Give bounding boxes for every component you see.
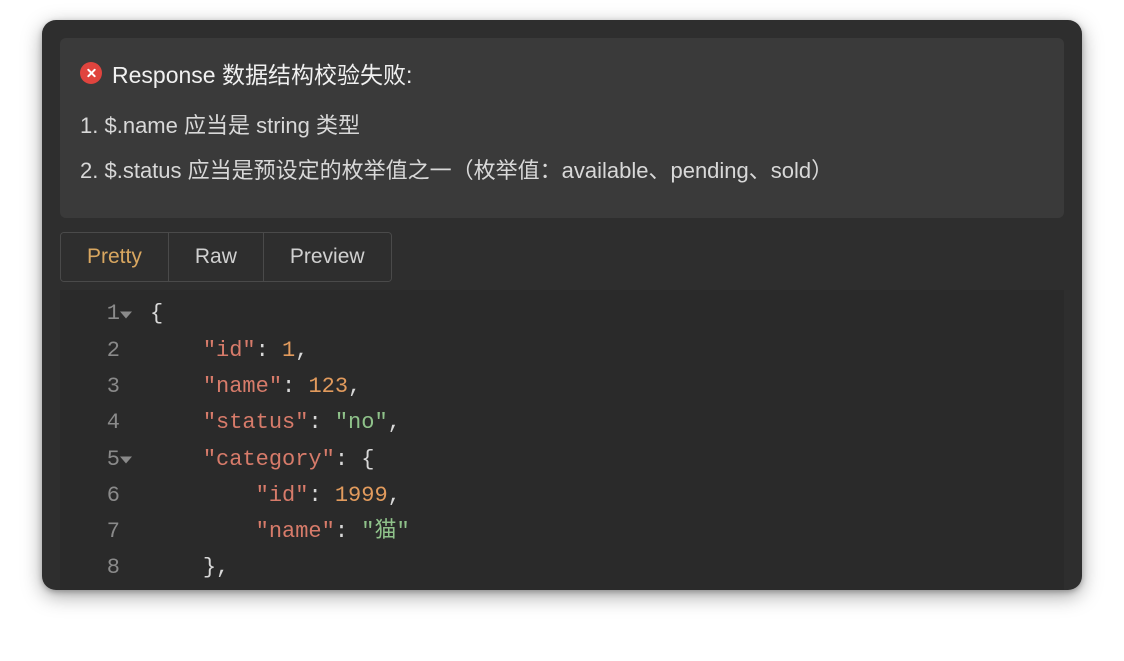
error-item: $.name 应当是 string 类型 — [80, 108, 1044, 143]
code-line[interactable]: "name": "猫" — [150, 514, 1064, 550]
tab-raw[interactable]: Raw — [169, 233, 264, 281]
code-line[interactable]: "name": 123, — [150, 369, 1064, 405]
response-panel: Response 数据结构校验失败: $.name 应当是 string 类型$… — [42, 20, 1082, 590]
validation-error-box: Response 数据结构校验失败: $.name 应当是 string 类型$… — [60, 38, 1064, 218]
fold-icon[interactable]: 1 — [60, 296, 120, 332]
code-line[interactable]: "id": 1, — [150, 333, 1064, 369]
fold-icon[interactable]: 5 — [60, 442, 120, 478]
code-line[interactable]: { — [150, 296, 1064, 332]
error-heading: Response 数据结构校验失败: — [80, 56, 1044, 90]
code-area[interactable]: { "id": 1, "name": 123, "status": "no", … — [132, 296, 1064, 590]
code-line[interactable]: "status": "no", — [150, 405, 1064, 441]
code-line[interactable]: "category": { — [150, 442, 1064, 478]
tab-pretty[interactable]: Pretty — [61, 233, 169, 281]
tab-preview[interactable]: Preview — [264, 233, 391, 281]
error-item: $.status 应当是预设定的枚举值之一（枚举值：available、pend… — [80, 153, 1044, 188]
json-editor[interactable]: 12345678 { "id": 1, "name": 123, "status… — [60, 290, 1064, 590]
line-gutter: 12345678 — [60, 296, 132, 590]
code-line[interactable]: "id": 1999, — [150, 478, 1064, 514]
line-number: 4 — [60, 405, 120, 441]
error-icon — [80, 62, 102, 84]
view-tabs: PrettyRawPreview — [60, 232, 392, 282]
line-number: 6 — [60, 478, 120, 514]
line-number: 7 — [60, 514, 120, 550]
line-number: 8 — [60, 550, 120, 586]
error-list: $.name 应当是 string 类型 $.status 应当是预设定的枚举值之… — [80, 108, 1044, 188]
line-number: 3 — [60, 369, 120, 405]
line-number: 2 — [60, 333, 120, 369]
error-title: Response 数据结构校验失败: — [112, 56, 412, 90]
code-line[interactable]: }, — [150, 550, 1064, 586]
